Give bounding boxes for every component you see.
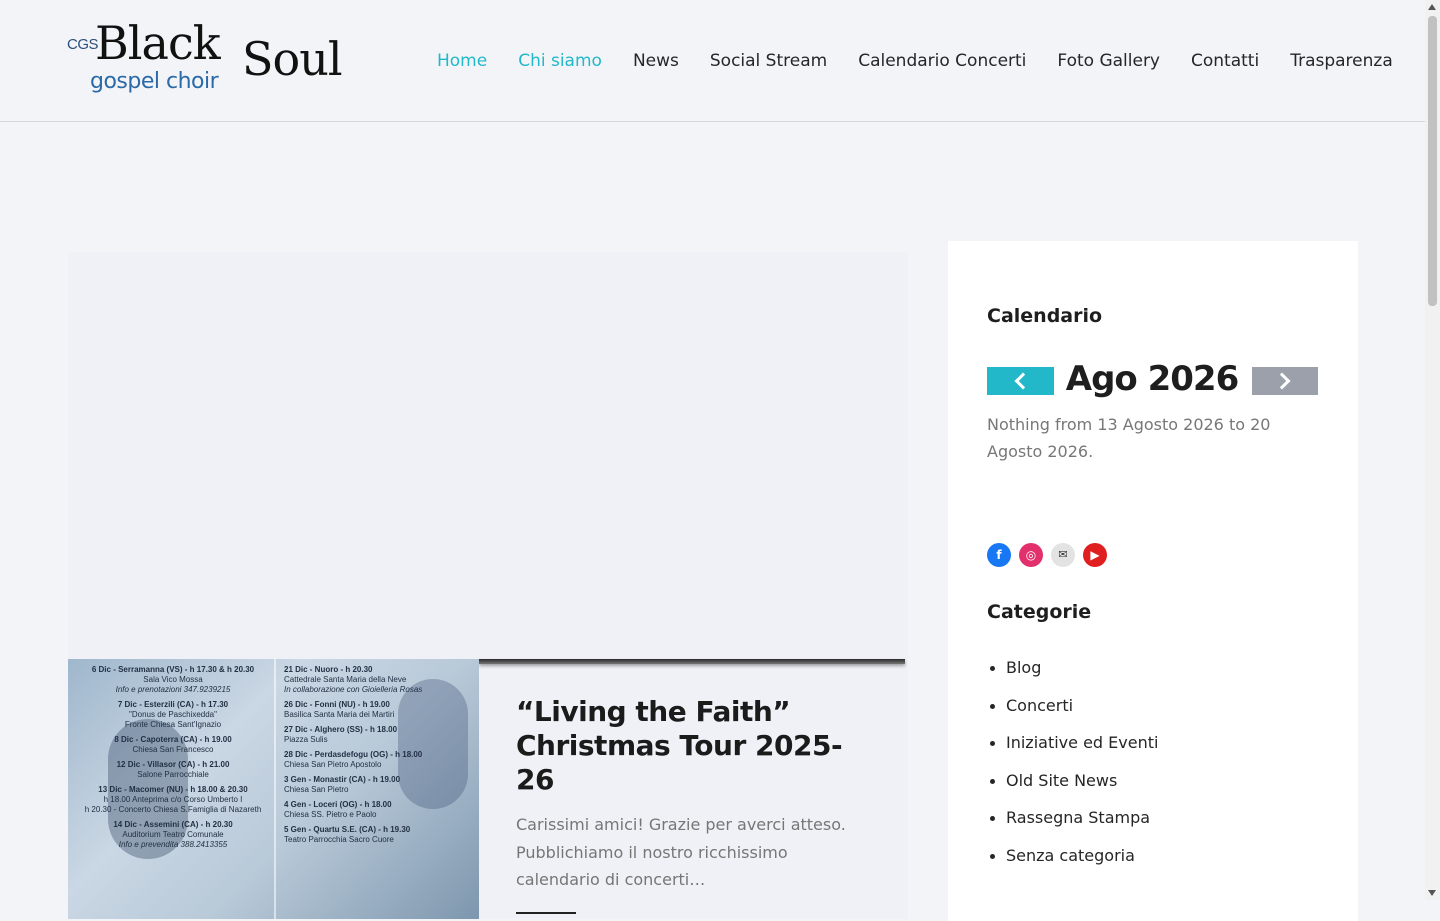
poster-entry: 14 Dic - Assemini (CA) - h 20.30 Auditori…	[113, 820, 233, 849]
poster-divider	[274, 659, 276, 919]
calendar-prev-button[interactable]	[987, 367, 1054, 395]
logo-tagline: gospel choir	[90, 69, 219, 94]
main-navigation: Home Chi siamo News Social Stream Calend…	[437, 49, 1393, 73]
poster-entry: 12 Dic - Villasor (CA) - h 21.00 Salone P…	[116, 760, 230, 779]
site-header: CGS Black Soul gospel choir Home Chi sia…	[0, 0, 1425, 122]
scrollbar-thumb[interactable]	[1428, 16, 1437, 306]
nav-item-contatti[interactable]: Contatti	[1191, 49, 1259, 73]
poster-entry: 5 Gen - Quartu S.E. (CA) - h 19.30 Teatro…	[284, 825, 411, 844]
nav-item-social-stream[interactable]: Social Stream	[710, 49, 827, 73]
post-title-link[interactable]: “Living the Faith” Christmas Tour 2025-2…	[516, 695, 876, 797]
social-links: f ◎ ✉ ▶	[987, 543, 1115, 567]
page-scrollbar[interactable]	[1425, 0, 1440, 900]
nav-item-news[interactable]: News	[633, 49, 679, 73]
poster-entry: 7 Dic - Esterzili (CA) - h 17.30 "Donus d…	[117, 700, 229, 729]
post-excerpt: Carissimi amici! Grazie per averci attes…	[516, 815, 846, 889]
categories-widget-title: Categorie	[987, 601, 1092, 623]
category-item-rassegna-stampa[interactable]: Rassegna Stampa	[987, 799, 1158, 837]
category-item-senza-categoria[interactable]: Senza categoria	[987, 837, 1158, 875]
mail-icon[interactable]: ✉	[1051, 543, 1075, 567]
nav-item-foto-gallery[interactable]: Foto Gallery	[1057, 49, 1160, 73]
category-item-concerti[interactable]: Concerti	[987, 687, 1158, 725]
poster-entry: 4 Gen - Loceri (OG) - h 18.00 Chiesa SS. …	[284, 800, 392, 819]
youtube-icon[interactable]: ▶	[1083, 543, 1107, 567]
calendar-month-label: Ago 2026	[1065, 359, 1239, 399]
instagram-icon[interactable]: ◎	[1019, 543, 1043, 567]
poster-entry: 21 Dic - Nuoro - h 20.30 Cattedrale Santa…	[284, 665, 423, 694]
logo-black-text: Black	[95, 16, 221, 70]
post-thumbnail[interactable]: 6 Dic - Serramanna (VS) - h 17.30 & h 20…	[68, 659, 479, 919]
category-item-iniziative[interactable]: Iniziative ed Eventi	[987, 724, 1158, 762]
card-top-shadow	[479, 659, 905, 664]
chevron-right-icon	[1273, 372, 1291, 390]
facebook-icon[interactable]: f	[987, 543, 1011, 567]
poster-column-right: 21 Dic - Nuoro - h 20.30 Cattedrale Santa…	[284, 665, 474, 850]
scroll-down-arrow-icon[interactable]	[1428, 890, 1436, 896]
poster-entry: 13 Dic - Macomer (NU) - h 18.00 & 20.30 h…	[84, 785, 262, 814]
sidebar: Calendario Ago 2026 Nothing from 13 Agos…	[948, 241, 1358, 921]
nav-item-home[interactable]: Home	[437, 49, 487, 73]
poster-entry: 3 Gen - Monastir (CA) - h 19.00 Chiesa Sa…	[284, 775, 401, 794]
poster-entry: 8 Dic - Capoterra (CA) - h 19.00 Chiesa S…	[114, 735, 232, 754]
featured-area-placeholder	[68, 252, 908, 659]
nav-item-chi-siamo[interactable]: Chi siamo	[518, 49, 602, 73]
poster-column-left: 6 Dic - Serramanna (VS) - h 17.30 & h 20…	[78, 665, 268, 855]
calendar-empty-message: Nothing from 13 Agosto 2026 to 20 Agosto…	[987, 415, 1271, 461]
poster-entry: 28 Dic - Perdasdefogu (OG) - h 18.00 Chie…	[284, 750, 423, 769]
nav-item-trasparenza[interactable]: Trasparenza	[1290, 49, 1393, 73]
chevron-left-icon	[1014, 372, 1032, 390]
poster-entry: 6 Dic - Serramanna (VS) - h 17.30 & h 20…	[91, 665, 255, 694]
logo-cgs-text: CGS	[67, 36, 99, 53]
poster-entry: 27 Dic - Alghero (SS) - h 18.00 Piazza Su…	[284, 725, 398, 744]
calendar-next-button[interactable]	[1252, 367, 1318, 395]
category-item-old-site-news[interactable]: Old Site News	[987, 762, 1158, 800]
calendar-widget-title: Calendario	[987, 305, 1103, 327]
poster-entry: 26 Dic - Fonni (NU) - h 19.00 Basilica Sa…	[284, 700, 395, 719]
scroll-up-arrow-icon[interactable]	[1428, 4, 1436, 10]
category-list: Blog Concerti Iniziative ed Eventi Old S…	[987, 649, 1158, 875]
post-divider	[516, 911, 576, 914]
logo-soul-text: Soul	[242, 32, 343, 86]
post-card: 6 Dic - Serramanna (VS) - h 17.30 & h 20…	[68, 659, 908, 919]
post-body: “Living the Faith” Christmas Tour 2025-2…	[516, 695, 876, 914]
category-item-blog[interactable]: Blog	[987, 649, 1158, 687]
nav-item-calendario-concerti[interactable]: Calendario Concerti	[858, 49, 1026, 73]
site-logo[interactable]: CGS Black Soul gospel choir	[67, 16, 362, 102]
